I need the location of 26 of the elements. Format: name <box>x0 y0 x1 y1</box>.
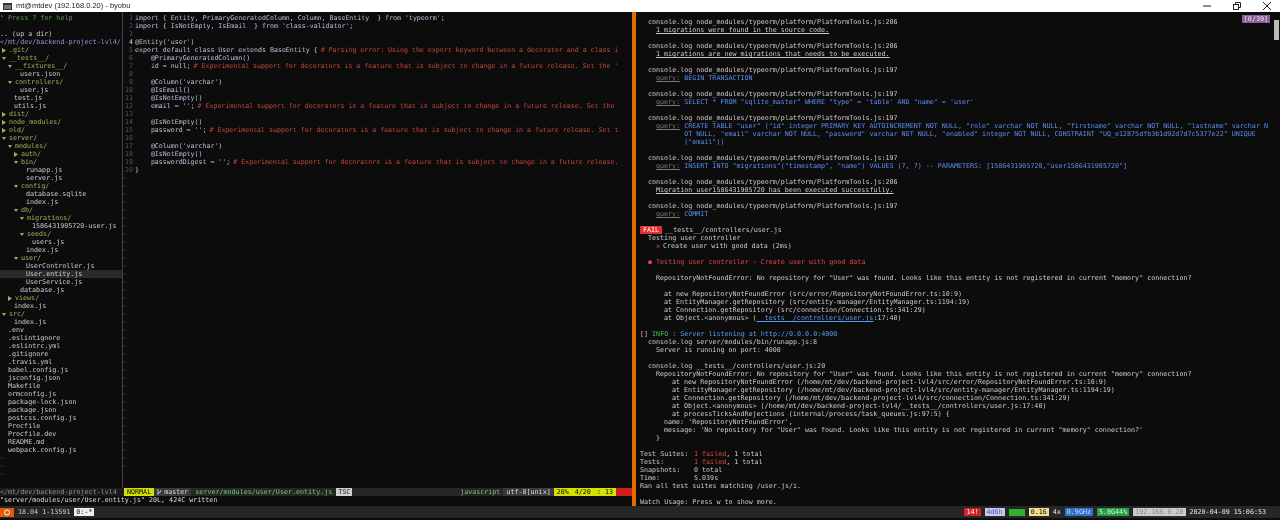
caret-down-icon[interactable] <box>14 159 18 165</box>
caret-down-icon[interactable] <box>14 255 18 261</box>
branch-icon <box>157 489 163 495</box>
caret-down-icon[interactable] <box>8 79 12 85</box>
terminal-icon <box>3 2 12 10</box>
caret-right-icon[interactable] <box>2 111 6 117</box>
caret-down-icon[interactable] <box>20 231 24 237</box>
caret-right-icon[interactable] <box>8 295 12 301</box>
caret-down-icon[interactable] <box>2 55 6 61</box>
status-meter <box>1008 508 1025 516</box>
restore-icon[interactable] <box>1233 2 1241 10</box>
caret-down-icon[interactable] <box>14 207 18 213</box>
warning-segment <box>616 488 632 496</box>
caret-right-icon[interactable] <box>2 127 6 133</box>
caret-right-icon[interactable] <box>14 151 18 157</box>
caret-down-icon[interactable] <box>2 311 6 317</box>
scrollbar[interactable] <box>1274 20 1279 40</box>
caret-down-icon[interactable] <box>8 63 12 69</box>
caret-down-icon[interactable] <box>14 183 18 189</box>
caret-down-icon[interactable] <box>20 215 24 221</box>
close-icon[interactable] <box>1263 2 1271 10</box>
distro-logo-icon <box>0 507 14 517</box>
caret-right-icon[interactable] <box>2 119 6 125</box>
caret-down-icon[interactable] <box>2 135 6 141</box>
caret-right-icon[interactable] <box>2 47 6 53</box>
caret-down-icon[interactable] <box>8 143 12 149</box>
